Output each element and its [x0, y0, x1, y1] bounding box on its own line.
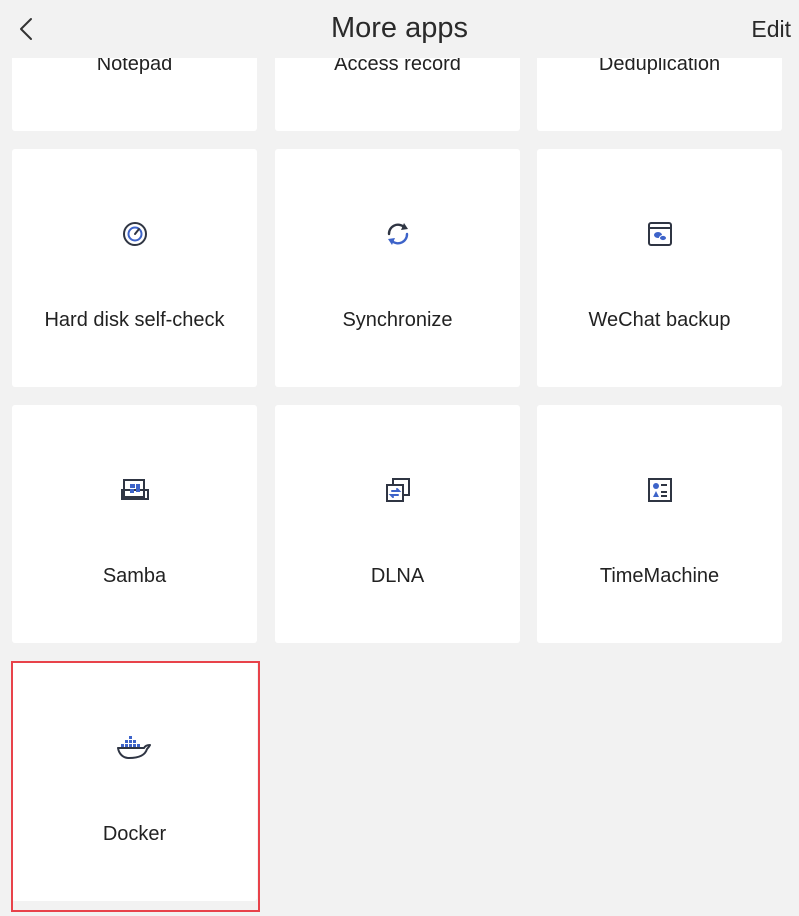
samba-icon [120, 475, 150, 505]
app-tile-wechat-backup[interactable]: WeChat backup [537, 149, 782, 387]
app-label: WeChat backup [588, 309, 731, 331]
app-tile-samba[interactable]: Samba [12, 405, 257, 643]
app-label: Docker [102, 823, 167, 845]
page-title: More apps [330, 12, 468, 44]
app-label: Hard disk self-check [44, 309, 225, 331]
sync-icon [383, 219, 413, 249]
app-label: TimeMachine [599, 565, 720, 587]
app-tile-deduplication[interactable]: Deduplication [537, 49, 782, 131]
app-tile-notepad[interactable]: Notepad [12, 49, 257, 131]
app-tile-hard-disk-self-check[interactable]: Hard disk self-check [12, 149, 257, 387]
disk-check-icon [120, 219, 150, 249]
wechat-backup-icon [645, 219, 675, 249]
app-label: DLNA [370, 565, 425, 587]
app-label: Synchronize [342, 309, 453, 331]
top-bar: More apps Edit [0, 0, 799, 58]
docker-icon [115, 731, 155, 761]
app-tile-synchronize[interactable]: Synchronize [275, 149, 520, 387]
app-label: Samba [102, 565, 167, 587]
edit-button[interactable]: Edit [751, 16, 791, 43]
timemachine-icon [645, 475, 675, 505]
app-tile-access-record[interactable]: Access record [275, 49, 520, 131]
app-tile-docker[interactable]: Docker [12, 661, 257, 901]
apps-grid: Notepad Access record Deduplication Hard… [0, 0, 799, 916]
app-tile-timemachine[interactable]: TimeMachine [537, 405, 782, 643]
app-tile-dlna[interactable]: DLNA [275, 405, 520, 643]
dlna-icon [383, 475, 413, 505]
